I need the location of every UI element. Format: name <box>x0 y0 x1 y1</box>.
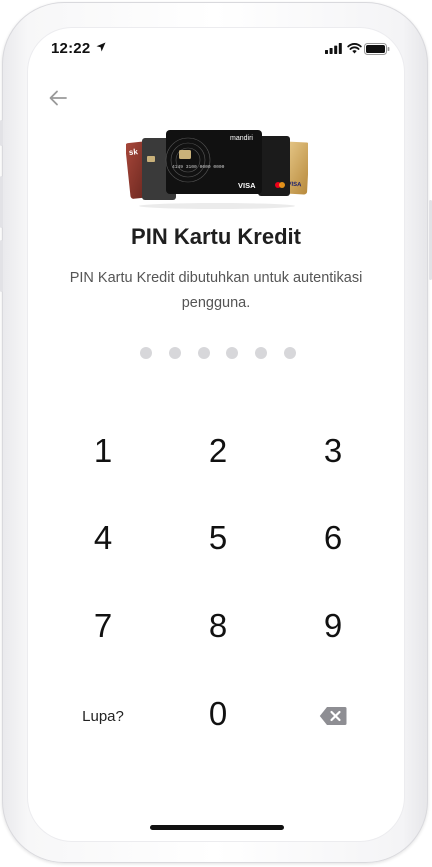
backspace-icon <box>319 707 347 725</box>
svg-text:sk: sk <box>128 147 138 157</box>
status-bar: 12:22 <box>28 28 404 72</box>
credit-cards-image: sk VISA mandiri 4149 3100 0000 0000 VISA <box>126 130 308 209</box>
key-5[interactable]: 5 <box>168 503 268 573</box>
page-title: PIN Kartu Kredit <box>131 224 301 249</box>
card-brand: mandiri <box>230 135 253 142</box>
card-number: 4149 3100 0000 0000 <box>172 164 225 170</box>
side-button <box>0 176 3 228</box>
pin-dot <box>168 347 181 359</box>
key-3[interactable]: 3 <box>283 416 383 486</box>
pin-dot <box>255 347 268 359</box>
key-0[interactable]: 0 <box>168 679 268 749</box>
key-7[interactable]: 7 <box>53 591 153 661</box>
pin-dot <box>197 347 210 359</box>
pin-dot <box>226 347 239 359</box>
back-button[interactable] <box>44 84 72 112</box>
pin-dot <box>283 347 296 359</box>
key-2[interactable]: 2 <box>168 416 268 486</box>
side-button <box>0 240 3 292</box>
card-network: VISA <box>238 181 256 190</box>
pin-indicator <box>140 347 296 359</box>
page-subtitle: PIN Kartu Kredit dibutuhkan untuk autent… <box>69 270 363 311</box>
status-time: 12:22 <box>51 40 91 57</box>
battery-icon <box>364 43 390 55</box>
location-arrow-icon <box>96 42 106 52</box>
key-6[interactable]: 6 <box>283 503 383 573</box>
key-8[interactable]: 8 <box>168 591 268 661</box>
delete-button[interactable] <box>283 681 383 751</box>
arrow-left-icon <box>49 90 67 106</box>
home-indicator <box>150 825 284 830</box>
forgot-pin-button[interactable]: Lupa? <box>53 681 153 751</box>
wifi-icon <box>347 43 362 54</box>
side-button <box>0 120 3 146</box>
signal-icon <box>325 43 342 54</box>
key-9[interactable]: 9 <box>283 591 383 661</box>
key-1[interactable]: 1 <box>53 416 153 486</box>
pin-dot <box>140 347 152 359</box>
screen: 12:22 sk VISA mandiri 4149 3100 0000 000… <box>28 28 404 841</box>
key-4[interactable]: 4 <box>53 503 153 573</box>
